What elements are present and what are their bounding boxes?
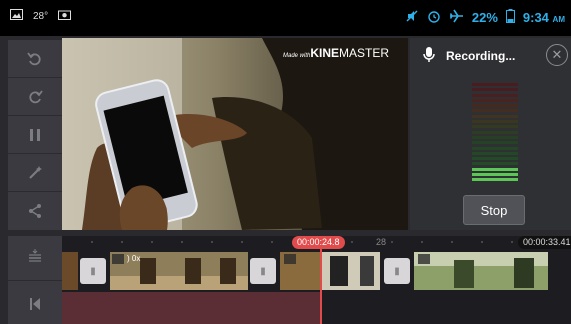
ruler-mark-label: 28 [376,237,387,247]
transition-button-3[interactable]: ▮ [384,258,410,284]
microphone-icon [422,46,436,69]
effects-button[interactable] [8,154,62,192]
mute-icon [405,9,419,26]
audio-level-meter [472,83,518,184]
transition-icon: ▮ [90,265,96,277]
timeline-side-toolbar [8,236,62,324]
status-right: 22% 9:34 AM [405,9,565,26]
playhead-time-label: 00:00:24.8 [292,236,345,249]
notification-icon [58,9,72,23]
temperature-text: 28° [33,10,49,22]
magic-wand-icon [29,165,42,179]
alarm-icon [427,9,441,26]
transition-button-1[interactable]: ▮ [80,258,106,284]
timeline-expand-button[interactable] [8,236,62,281]
video-preview[interactable]: Made withKINEMASTER [62,38,408,230]
skip-start-icon [30,298,40,310]
stop-button[interactable]: Stop [463,195,525,225]
video-clip-4[interactable] [414,252,548,290]
video-clip-2[interactable]: ) 0x [110,252,248,290]
timeline-expand-icon [29,249,41,262]
playhead[interactable] [320,236,322,324]
recording-title: Recording... [446,49,516,63]
end-time-label: 00:00:33.41 [518,236,571,249]
watermark: Made withKINEMASTER [283,46,390,60]
undo-icon [27,51,41,65]
redo-button[interactable] [8,78,62,116]
video-clip-3[interactable] [280,252,380,290]
transition-icon: ▮ [394,265,400,277]
status-left: 28° [10,9,72,23]
pause-icon [30,128,40,141]
clip-3-thumbnails [280,252,380,290]
share-button[interactable] [8,192,62,229]
preview-frame-image [62,38,408,230]
close-button[interactable]: ✕ [546,44,568,66]
undo-button[interactable] [8,40,62,78]
clip-4-thumbnails [414,252,548,290]
transition-button-2[interactable]: ▮ [250,258,276,284]
airplane-mode-icon [449,9,464,26]
battery-icon [505,9,515,26]
voice-recording-track[interactable] [62,292,320,324]
transition-icon: ▮ [260,265,266,277]
pause-button[interactable] [8,116,62,154]
share-icon [29,203,41,218]
skip-to-start-button[interactable] [8,284,62,324]
video-clip-1[interactable] [62,252,78,290]
battery-percent: 22% [471,10,498,25]
image-icon [10,9,23,23]
clip-speed-label: ) 0x [127,254,141,263]
clock-time: 9:34 AM [522,10,565,25]
close-icon: ✕ [551,47,563,62]
left-toolbar [8,40,62,230]
status-bar: 28° 22% 9:34 AM [0,0,571,36]
redo-icon [29,89,43,103]
